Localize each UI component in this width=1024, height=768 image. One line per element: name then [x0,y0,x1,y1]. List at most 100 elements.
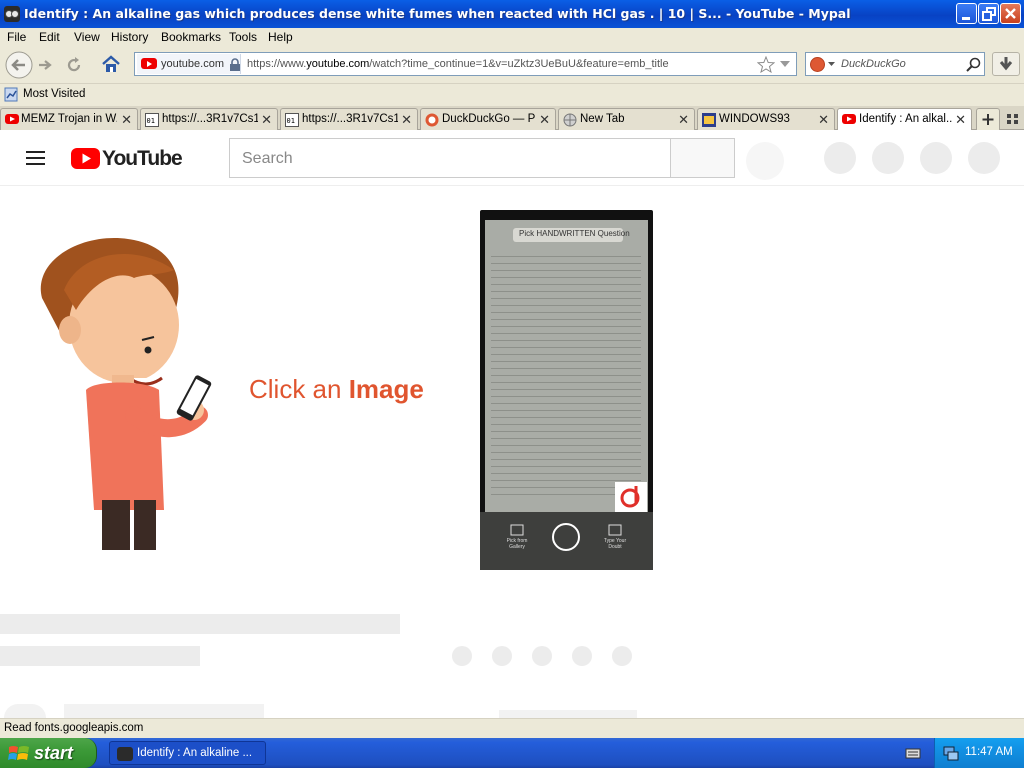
windows-flag-icon [8,746,29,760]
tab-memz-trojan[interactable]: MEMZ Trojan in W... ✕ [0,108,138,130]
search-engine-placeholder: DuckDuckGo [841,58,906,70]
header-icon-placeholder [920,142,952,174]
tab-label: DuckDuckGo — Pr... [442,113,536,125]
clock[interactable]: 11:47 AM [965,746,1013,758]
shutter-button-icon [552,523,580,551]
action-skeleton [612,646,632,666]
menu-bookmarks[interactable]: Bookmarks [161,30,221,44]
menu-history[interactable]: History [111,30,148,44]
page-icon: 01 [145,113,159,127]
tab-label: https://...3R1v7Cs1 [302,113,398,125]
tab-duckduckgo[interactable]: DuckDuckGo — Pr... ✕ [420,108,556,130]
bookmark-star-icon[interactable] [757,56,775,73]
close-tab-icon[interactable]: ✕ [818,112,829,128]
menu-file[interactable]: File [7,30,26,44]
youtube-logo[interactable]: YouTube [71,146,183,172]
tab-new-tab[interactable]: New Tab ✕ [558,108,695,130]
most-visited-icon [4,87,18,102]
svg-text:01: 01 [287,117,295,125]
action-skeleton [452,646,472,666]
start-button[interactable]: start [0,738,97,768]
mypal-app-icon [117,747,133,761]
close-tab-icon[interactable]: ✕ [955,112,966,128]
globe-icon [563,113,577,127]
minimize-icon [962,17,970,20]
tab-url-1[interactable]: 01 https://...3R1v7Cs1 ✕ [140,108,278,130]
close-icon [1005,8,1016,19]
video-caption: Click an Image [249,374,424,404]
engine-dropdown-icon[interactable] [828,62,835,67]
reload-icon [67,57,81,72]
youtube-logo-icon [71,148,100,169]
lock-icon [230,58,240,71]
phone-camera-controls: Pick from Gallery Type Your Doubt [480,512,653,570]
youtube-search-input[interactable]: Search [229,138,671,178]
youtube-icon [5,113,19,125]
tab-label: MEMZ Trojan in W... [21,113,117,125]
back-arrow-icon [5,51,33,79]
close-tab-icon[interactable]: ✕ [401,112,412,128]
menu-help[interactable]: Help [268,30,293,44]
forward-arrow-icon [39,60,52,70]
minimize-button[interactable] [956,3,977,24]
tab-url-2[interactable]: 01 https://...3R1v7Cs1 ✕ [280,108,418,130]
close-tab-icon[interactable]: ✕ [121,112,132,128]
close-tab-icon[interactable]: ✕ [261,112,272,128]
url-text[interactable]: https://www.youtube.com/watch?time_conti… [247,58,669,70]
home-icon [102,55,120,72]
menu-edit[interactable]: Edit [39,30,60,44]
address-bar[interactable]: youtube.com https://www.youtube.com/watc… [134,52,797,76]
menu-view[interactable]: View [74,30,100,44]
window-titlebar: Identify : An alkaline gas which produce… [0,0,1024,28]
action-skeleton [532,646,552,666]
forward-button[interactable] [36,56,54,77]
close-tab-icon[interactable]: ✕ [539,112,550,128]
header-icon-placeholder [824,142,856,174]
title-skeleton [0,614,400,634]
network-icon[interactable] [943,745,959,761]
tab-list-icon[interactable] [1006,113,1020,125]
menu-tools[interactable]: Tools [229,30,257,44]
duckduckgo-icon [425,113,439,127]
plus-icon [982,114,994,125]
keyboard-layout-icon[interactable] [905,746,921,760]
doubtnut-logo [615,482,647,512]
back-button[interactable] [4,50,34,83]
action-skeleton [572,646,592,666]
tab-identify-active[interactable]: Identify : An alkal... ✕ [837,108,972,131]
site-identity-button[interactable]: youtube.com [137,54,241,74]
status-text: Read fonts.googleapis.com [4,722,144,734]
search-icon[interactable] [966,57,981,72]
start-label: start [34,743,74,763]
close-tab-icon[interactable]: ✕ [678,112,689,128]
tab-label: New Tab [580,113,625,125]
reload-button[interactable] [64,55,84,78]
window-title: Identify : An alkaline gas which produce… [24,6,851,21]
hamburger-menu-icon[interactable] [26,150,46,166]
channel-name-skeleton [64,704,264,718]
new-tab-button[interactable] [976,108,1000,130]
close-button[interactable] [1000,3,1021,24]
downloads-button[interactable] [992,52,1020,76]
status-bar: Read fonts.googleapis.com [0,718,1024,738]
tab-windows93[interactable]: WINDOWS93 ✕ [697,108,835,130]
youtube-logo-text: YouTube [102,147,183,170]
menu-bar: File Edit View History Bookmarks Tools H… [0,28,1024,46]
home-button[interactable] [100,54,122,77]
phone-left-label: Pick from Gallery [506,538,528,550]
youtube-search-button[interactable] [671,138,735,178]
taskbar-window-item[interactable]: Identify : An alkaline ... [109,741,266,765]
phone-right-label: Type Your Doubt [603,538,627,550]
search-engine-box[interactable]: DuckDuckGo [805,52,985,76]
duckduckgo-icon[interactable] [810,57,825,72]
gallery-icon [510,524,524,536]
youtube-search-placeholder: Search [242,150,293,167]
restore-button[interactable] [978,3,999,24]
header-icon-placeholder [872,142,904,174]
tab-label: Identify : An alkal... [859,113,952,125]
mypal-app-icon[interactable] [4,6,20,22]
url-dropdown-icon[interactable] [780,61,790,69]
phone-in-hand-icon [176,375,212,421]
youtube-favicon-icon [141,58,157,69]
page-icon: 01 [285,113,299,127]
